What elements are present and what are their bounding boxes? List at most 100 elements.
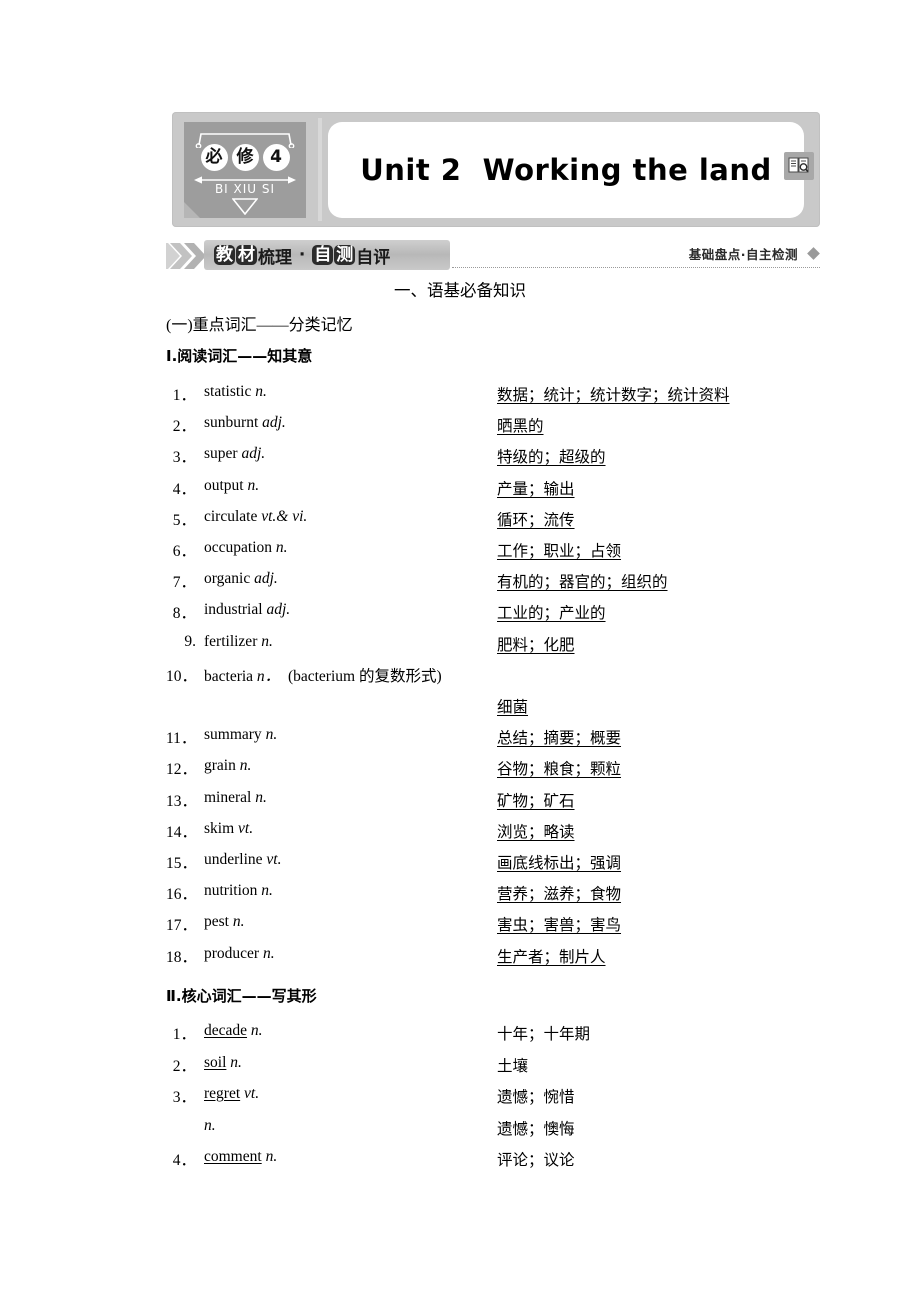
- section-title-char-4: 自: [312, 245, 334, 265]
- answer-blank[interactable]: comment: [204, 1148, 262, 1165]
- section-title-char-1: 教: [214, 245, 235, 265]
- vocab-pos: adj.: [262, 414, 286, 432]
- answer-blank[interactable]: regret: [204, 1085, 240, 1102]
- vocab-word: pest n.: [204, 913, 245, 931]
- vocab-index: 3．: [172, 449, 196, 467]
- vocab-row: 13． mineral n. 矿物；矿石: [166, 789, 826, 811]
- book-search-icon: [784, 152, 814, 180]
- vocab-definition: 害虫；害兽；害鸟: [497, 917, 622, 935]
- vocab-row: 12． grain n. 谷物；粮食；颗粒: [166, 757, 826, 779]
- vocab-index: 18．: [166, 948, 198, 966]
- section-title: 教材梳理 · 自测自评: [214, 243, 390, 268]
- section-title-char-2: 材: [236, 245, 257, 265]
- vocab-word: grain n.: [204, 757, 252, 775]
- vocab-word: super adj.: [204, 445, 266, 463]
- vocab-word: bacteria n． (bacterium 的复数形式): [204, 667, 442, 685]
- vocab-row: 5． circulate vt.& vi. 循环；流传: [166, 508, 826, 530]
- vocab-word: comment n.: [204, 1148, 277, 1166]
- vocab-definition: 画底线标出；强调: [497, 855, 622, 872]
- vocab-index: 15．: [166, 855, 198, 872]
- vocab-word: nutrition n.: [204, 882, 273, 900]
- vocab-definition: 矿物；矿石: [497, 792, 575, 810]
- vocab-row: 6． occupation n. 工作；职业；占领: [166, 539, 826, 561]
- vocab-row: 4． output n. 产量；输出: [166, 477, 826, 499]
- vocab-pos: n.: [255, 383, 267, 400]
- section-title-plate: 教材梳理 · 自测自评: [204, 240, 450, 270]
- vocab-index: 1．: [172, 1026, 196, 1043]
- vocab-word: fertilizer n.: [204, 632, 273, 650]
- vocab-definition: 循环；流传: [497, 511, 575, 529]
- vocab-definition: 遗憾；惋惜: [497, 1089, 575, 1106]
- vocab-definition: 晒黑的: [497, 418, 544, 436]
- page-title: Unit 2 Working the land: [360, 153, 772, 187]
- vocab-pos: adj.: [266, 601, 291, 619]
- core-vocab-row: 4． comment n. 评论；议论: [166, 1148, 826, 1170]
- vocab-index: 5．: [172, 511, 196, 529]
- vocab-definition: 遗憾；懊悔: [497, 1120, 575, 1138]
- section-title-sep: ·: [293, 245, 312, 265]
- vocab-pos: n.: [247, 476, 260, 494]
- vocab-index: 11．: [166, 730, 197, 748]
- unit-banner: 必 修 4 BI XIU SI Unit 2 Working the land: [172, 112, 820, 227]
- vocab-index: 1．: [172, 387, 196, 404]
- vocab-word: statistic n.: [204, 383, 267, 400]
- vocab-word: underline vt.: [204, 851, 282, 868]
- vocab-pos: vt.: [266, 851, 282, 868]
- vocab-index: 9.: [184, 632, 196, 650]
- section-header-bar: 教材梳理 · 自测自评 基础盘点·自主检测: [166, 240, 820, 272]
- vocab-index: 8．: [172, 605, 196, 623]
- vocab-pos: vt.: [238, 819, 254, 837]
- vocab-pos: n.: [262, 944, 275, 962]
- vocab-pos: n.: [261, 882, 273, 900]
- vocab-pos: n.: [275, 539, 288, 556]
- vocab-pos: n.: [261, 1148, 278, 1165]
- section-subtitle: 基础盘点·自主检测: [688, 247, 798, 262]
- vocab-definition: 营养；滋养；食物: [497, 886, 622, 904]
- core-vocab-row: 2． soil n. 土壤: [166, 1054, 826, 1076]
- vocab-pos: n.: [247, 1022, 263, 1039]
- diamond-marker-icon: [807, 247, 820, 260]
- badge-char-2: 修: [231, 144, 259, 171]
- vocab-definition: 十年；十年期: [497, 1026, 591, 1043]
- vocab-word: circulate vt.& vi.: [204, 507, 308, 525]
- vocab-row: 9. fertilizer n. 肥料；化肥: [166, 633, 826, 655]
- vocab-pos: n.: [255, 788, 267, 806]
- answer-blank[interactable]: decade: [204, 1022, 247, 1039]
- vocab-pos: n．: [256, 667, 281, 685]
- vocab-index: 2．: [172, 1057, 196, 1075]
- vocab-word: output n.: [204, 476, 260, 494]
- vocab-row: 18． producer n. 生产者；制片人: [166, 945, 826, 967]
- vocab-definition: 总结；摘要；概要: [497, 730, 622, 748]
- vocab-note: (bacterium 的复数形式): [280, 667, 442, 685]
- vocab-pos: n.: [239, 757, 252, 775]
- vocab-row: 1． statistic n. 数据；统计；统计数字；统计资料: [166, 383, 826, 405]
- vocab-pos: n.: [265, 726, 278, 744]
- vocab-word: n.: [204, 1117, 216, 1135]
- vocab-row: 3． super adj. 特级的；超级的: [166, 445, 826, 467]
- answer-blank[interactable]: soil: [204, 1054, 226, 1071]
- badge-pinyin-label: BI XIU SI: [214, 182, 276, 196]
- vocab-row: 2． sunburnt adj. 晒黑的: [166, 414, 826, 436]
- vocab-pos: n.: [204, 1116, 216, 1134]
- vocab-row: 14． skim vt. 浏览；略读: [166, 820, 826, 842]
- vocab-index: 17．: [166, 917, 198, 935]
- vocab-pos: n.: [261, 632, 273, 650]
- textbook-volume-badge: 必 修 4 BI XIU SI: [184, 122, 306, 218]
- vocab-word: industrial adj.: [204, 601, 291, 619]
- vocab-word: decade n.: [204, 1022, 263, 1040]
- vocab-word: mineral n.: [204, 788, 267, 806]
- vocab-pos: adj.: [241, 445, 266, 463]
- vocab-index: 4．: [172, 480, 196, 498]
- core-vocab-row: 1． decade n. 十年；十年期: [166, 1022, 826, 1044]
- vocab-definition: 浏览；略读: [497, 823, 575, 841]
- vocab-index: 12．: [166, 761, 198, 779]
- vocab-word: organic adj.: [204, 570, 278, 588]
- vocab-definition: 谷物；粮食；颗粒: [497, 761, 622, 779]
- badge-circle-row: 必 修 4: [184, 144, 306, 171]
- vocab-word: skim vt.: [204, 819, 254, 837]
- list-one-heading: Ⅰ.阅读词汇——知其意: [166, 347, 313, 365]
- vocab-pos: adj.: [254, 570, 278, 588]
- vocab-word: sunburnt adj.: [204, 414, 286, 432]
- vocab-index: 13．: [166, 792, 198, 810]
- subsection-heading: (一)重点词汇——分类记忆: [166, 317, 353, 334]
